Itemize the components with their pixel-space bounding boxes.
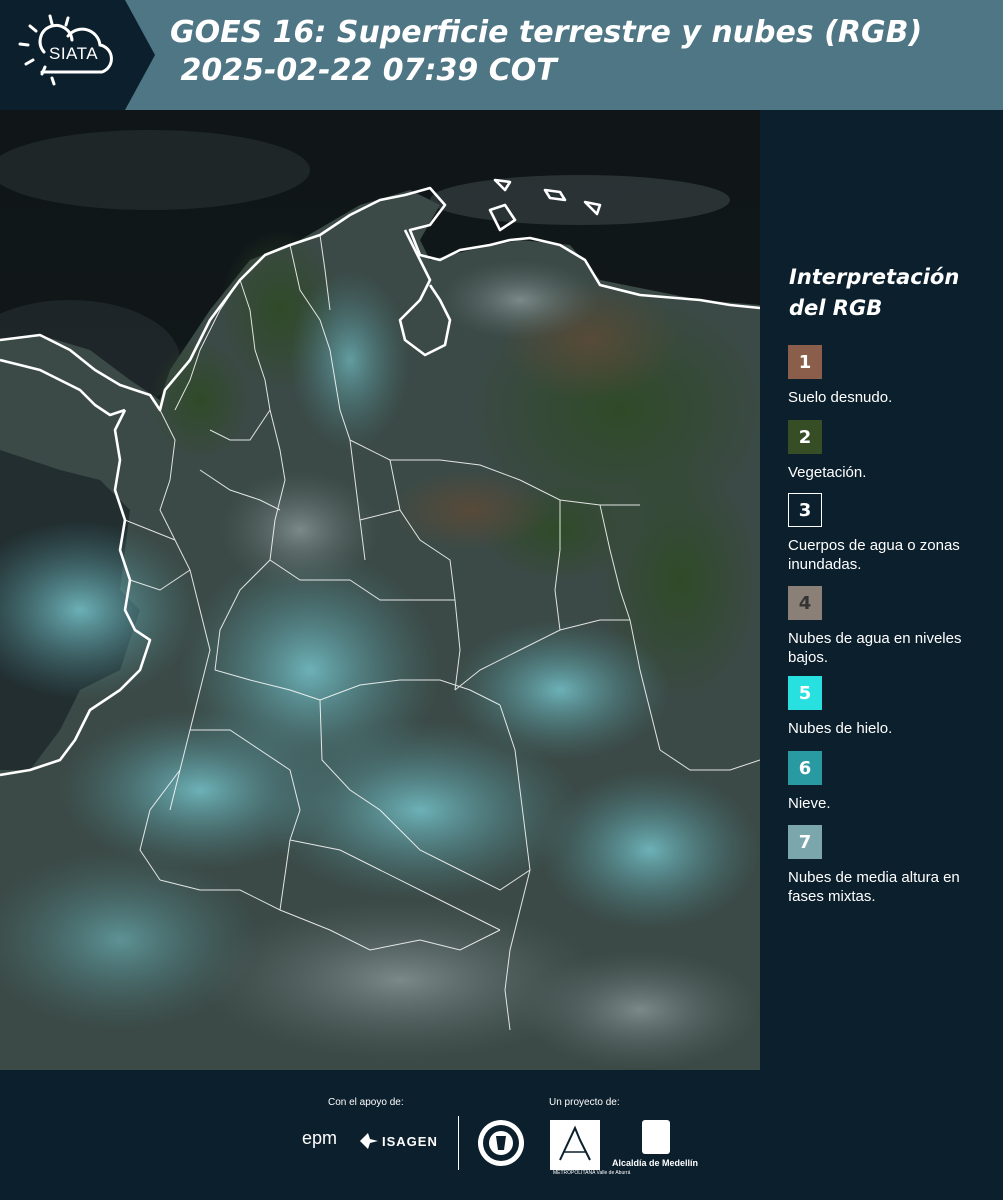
- legend-title: Interpretación del RGB: [789, 265, 960, 320]
- legend-panel: Interpretación del RGB 1 Suelo desnudo. 2 V…: [762, 110, 1003, 1070]
- legend-item: 1 Suelo desnudo.: [788, 345, 993, 407]
- legend-item: 2 Vegetación.: [788, 420, 993, 482]
- legend-swatch: 2: [788, 420, 822, 454]
- siata-logo: SIATA: [0, 0, 155, 110]
- header-bar: SIATA GOES 16: Superficie terrestre y nu…: [0, 0, 1003, 110]
- alcaldia-text: Alcaldía de Medellín: [612, 1158, 699, 1168]
- legend-label: Nubes de hielo.: [788, 720, 893, 737]
- support-label: Con el apoyo de:: [328, 1097, 404, 1108]
- footer-divider: [458, 1116, 459, 1170]
- legend-label: Suelo desnudo.: [788, 389, 893, 406]
- epm-logo: epm: [302, 1128, 338, 1148]
- isagen-logo: ISAGEN: [382, 1134, 438, 1149]
- legend-label: Nubes de agua en niveles bajos.: [788, 630, 962, 666]
- legend-label: Vegetación.: [788, 464, 867, 481]
- legend-label: Nubes de media altura en fases mixtas.: [788, 869, 960, 905]
- legend-item: 4 Nubes de agua en niveles bajos.: [788, 586, 993, 667]
- area-logo-icon: [559, 1125, 591, 1161]
- footer: Con el apoyo de: Un proyecto de: epm ISA…: [0, 1070, 1003, 1200]
- legend-item: 7 Nubes de media altura en fases mixtas.: [788, 825, 993, 906]
- page-title: GOES 16: Superficie terrestre y nubes (R…: [170, 15, 923, 88]
- legend-swatch: 3: [788, 493, 822, 527]
- legend-swatch: 6: [788, 751, 822, 785]
- legend-item: 3 Cuerpos de agua o zonas inundadas.: [788, 493, 993, 574]
- isagen-icon: [360, 1133, 378, 1149]
- alcaldia-shield-icon: [642, 1120, 670, 1154]
- area-metropolitana-logo: [550, 1120, 600, 1170]
- legend-swatch: 4: [788, 586, 822, 620]
- map-image: [0, 110, 760, 1070]
- logo-text: SIATA: [49, 44, 99, 63]
- area-text: METROPOLITANA Valle de Aburrá: [553, 1170, 631, 1176]
- legend-item: 6 Nieve.: [788, 751, 993, 813]
- university-seal-icon: [478, 1120, 524, 1166]
- legend-label: Nieve.: [788, 795, 831, 812]
- legend-swatch: 5: [788, 676, 822, 710]
- legend-swatch: 1: [788, 345, 822, 379]
- project-label: Un proyecto de:: [549, 1097, 620, 1108]
- legend-item: 5 Nubes de hielo.: [788, 676, 993, 738]
- legend-label: Cuerpos de agua o zonas inundadas.: [788, 537, 960, 573]
- legend-swatch: 7: [788, 825, 822, 859]
- satellite-map: [0, 110, 760, 1070]
